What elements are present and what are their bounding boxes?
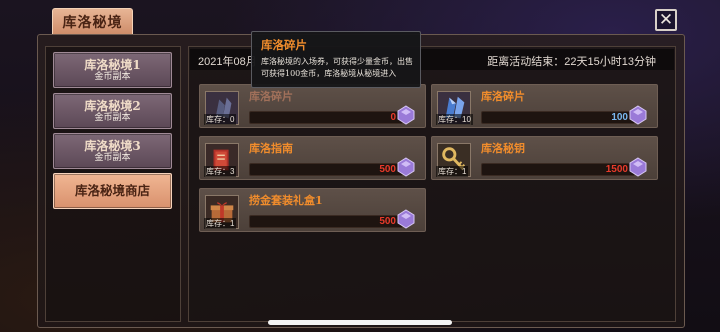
item-name: 库洛碎片 [249,90,293,103]
sidebar-tab-label: 库洛秘境3 [84,138,141,153]
sidebar-tab-label: 库洛秘境2 [84,98,141,113]
sidebar-tab-shop[interactable]: 库洛秘境商店 [53,173,172,209]
item-price: 500 [379,216,396,227]
shop-item-card[interactable]: 库存：1 库洛秘钥 1500 [431,136,658,180]
close-icon: ✕ [658,9,674,30]
item-stock: 库存：10 [436,114,473,125]
purple-gem-icon [629,157,647,177]
home-indicator[interactable] [268,320,452,325]
event-date: 2021年08月 [198,56,257,68]
item-name: 库洛秘钥 [481,142,525,155]
item-price-bar: 100 [481,111,635,124]
shop-item-card[interactable]: 库存：10 库洛碎片 100 [431,84,658,128]
sidebar-tab-label: 库洛秘境1 [84,57,141,72]
item-price-bar: 500 [249,215,403,228]
shop-item-card[interactable]: 库存：0 库洛碎片 0 [199,84,426,128]
sidebar-tab-realm-1[interactable]: 库洛秘境1 金币副本 [53,52,172,88]
item-name: 库洛指南 [249,142,293,155]
purple-gem-icon [397,105,415,125]
purple-gem-icon [629,105,647,125]
item-stock: 库存：3 [204,166,237,177]
item-price: 500 [379,164,396,175]
sidebar-tab-sublabel: 金币副本 [94,152,131,163]
item-price-bar: 500 [249,163,403,176]
sidebar-tab-label: 库洛秘境商店 [74,183,150,198]
event-countdown: 距离活动结束：22天15小时13分钟 [487,56,656,68]
window-title-tab: 库洛秘境 [52,8,133,34]
sidebar-tab-realm-3[interactable]: 库洛秘境3 金币副本 [53,133,172,169]
window-title: 库洛秘境 [62,14,123,31]
item-name: 库洛碎片 [481,90,525,103]
tooltip-description: 库洛秘境的入场券，可获得少量金币，出售可获得100金币，库洛秘境从秘境进入 [261,57,413,78]
close-button[interactable]: ✕ [655,9,677,31]
item-stock: 库存：0 [204,114,237,125]
purple-gem-icon [397,157,415,177]
item-price: 1500 [605,164,628,175]
item-price-bar: 1500 [481,163,635,176]
sidebar-tab-sublabel: 金币副本 [94,71,131,82]
item-stock: 库存：1 [436,166,469,177]
item-price-bar: 0 [249,111,403,124]
item-stock: 库存：1 [204,218,237,229]
shop-item-card[interactable]: 库存：1 捞金套装礼盒1 500 [199,188,426,232]
shop-item-card[interactable]: 库存：3 库洛指南 500 [199,136,426,180]
tooltip-title: 库洛碎片 [261,38,307,52]
item-name: 捞金套装礼盒1 [249,194,323,207]
item-price: 100 [611,112,628,123]
item-tooltip: 库洛碎片 库洛秘境的入场券，可获得少量金币，出售可获得100金币，库洛秘境从秘境… [251,31,421,88]
sidebar-tab-sublabel: 金币副本 [94,112,131,123]
purple-gem-icon [397,209,415,229]
sidebar-tab-realm-2[interactable]: 库洛秘境2 金币副本 [53,93,172,129]
